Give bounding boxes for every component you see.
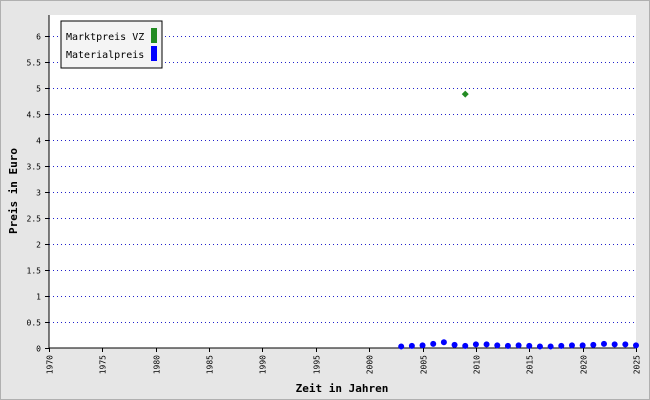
x-axis-title: Zeit in Jahren	[296, 382, 389, 395]
y-tick-label: 2	[36, 241, 41, 250]
legend-swatch-marktpreis	[151, 28, 157, 43]
y-tick-label: 3.5	[27, 163, 42, 172]
data-point-materialpreis	[568, 342, 575, 349]
data-point-materialpreis	[430, 340, 437, 347]
data-point-materialpreis	[579, 342, 586, 349]
x-tick-label: 1995	[313, 355, 322, 374]
price-chart: 00.511.522.533.544.555.56 1970 1975 1980 19…	[7, 15, 642, 395]
data-point-materialpreis	[526, 342, 533, 349]
data-point-materialpreis	[590, 341, 597, 348]
data-point-materialpreis	[472, 341, 479, 348]
data-point-materialpreis	[622, 341, 629, 348]
y-tick-label: 4	[36, 137, 41, 146]
y-tick-label: 1	[36, 293, 41, 302]
x-tick-label: 1975	[99, 355, 108, 374]
data-point-materialpreis	[600, 340, 607, 347]
data-point-materialpreis	[440, 339, 447, 346]
y-tick-label: 2.5	[27, 215, 42, 224]
legend: Marktpreis VZ Materialpreis	[60, 20, 163, 69]
y-tick-labels: 0 0.5 1 1.5 2 2.5 3 3.5 4 4.5 5 5.5 6	[27, 33, 49, 354]
y-tick-label: 5	[36, 85, 41, 94]
y-tick-label: 5.5	[27, 59, 42, 68]
y-tick-label: 1.5	[27, 267, 42, 276]
data-point-materialpreis	[547, 343, 554, 350]
data-point-materialpreis	[558, 342, 565, 349]
data-point-materialpreis	[451, 341, 458, 348]
data-point-materialpreis	[419, 342, 426, 349]
legend-label-materialpreis: Materialpreis	[66, 50, 144, 61]
y-tick-label: 3	[36, 189, 41, 198]
x-tick-label: 2005	[420, 355, 429, 374]
y-tick-label: 0	[36, 345, 41, 354]
y-tick-label: 0.5	[27, 319, 42, 328]
x-tick-label: 1985	[206, 355, 215, 374]
x-tick-label: 1970	[46, 355, 55, 374]
data-point-materialpreis	[536, 343, 543, 350]
x-tick-label: 2020	[580, 355, 589, 374]
y-axis-title: Preis in Euro	[7, 148, 20, 234]
chart-frame: 0 0.5 1 1.5 2 2.5 3 3.5 4 4.5 5 5.5 6 1970 1975 1980 19…	[0, 0, 650, 400]
x-tick-labels: 1970 1975 1980 1985 1990 1995 2000 2005 2010 2015…	[46, 348, 642, 374]
x-tick-label: 2000	[366, 355, 375, 374]
data-point-materialpreis	[408, 342, 415, 349]
data-point-materialpreis	[494, 342, 501, 349]
y-tick-label: 4.5	[27, 111, 42, 120]
x-tick-label: 2025	[633, 355, 642, 374]
y-tick-label: 6	[36, 33, 41, 42]
x-tick-label: 1980	[153, 355, 162, 374]
x-tick-label: 1990	[259, 355, 268, 374]
data-point-materialpreis	[462, 342, 469, 349]
x-tick-label: 2010	[473, 355, 482, 374]
legend-label-marktpreis: Marktpreis VZ	[66, 32, 144, 43]
data-point-materialpreis	[504, 342, 511, 349]
legend-swatch-materialpreis	[151, 46, 157, 61]
data-point-materialpreis	[611, 341, 618, 348]
data-point-materialpreis	[483, 341, 490, 348]
data-point-materialpreis	[515, 342, 522, 349]
x-tick-label: 2015	[526, 355, 535, 374]
data-point-materialpreis	[398, 343, 405, 350]
data-point-materialpreis	[633, 342, 639, 349]
